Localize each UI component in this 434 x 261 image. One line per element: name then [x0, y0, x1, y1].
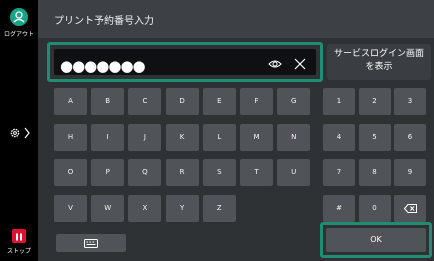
key-s[interactable]: S — [202, 159, 236, 186]
keyboard-icon — [84, 238, 98, 248]
key-z[interactable]: Z — [202, 195, 236, 222]
key-t[interactable]: T — [240, 159, 273, 186]
key-7[interactable]: 7 — [323, 159, 355, 186]
key-j[interactable]: J — [128, 124, 162, 151]
stop-label: ストップ — [6, 248, 31, 255]
key-h[interactable]: H — [54, 124, 87, 151]
key-1[interactable]: 1 — [323, 88, 355, 115]
logout-label: ログアウト — [3, 31, 34, 38]
key-n[interactable]: N — [277, 124, 311, 151]
key-q[interactable]: Q — [128, 159, 162, 186]
service-login-button[interactable]: サービスログイン画面 を表示 — [327, 44, 431, 80]
key-hash[interactable]: # — [323, 195, 355, 222]
backspace-button[interactable] — [394, 195, 426, 222]
key-u[interactable]: U — [277, 159, 311, 186]
key-9[interactable]: 9 — [394, 159, 426, 186]
service-login-line2: を表示 — [365, 62, 393, 72]
main-panel: プリント予約番号入力 ●●●●●●● サービスログイン画面 を表示 ABCDEF… — [38, 0, 434, 261]
header-bar: プリント予約番号入力 — [38, 0, 434, 38]
logout-button[interactable]: ログアウト — [0, 8, 38, 38]
key-c[interactable]: C — [128, 88, 162, 115]
eye-icon[interactable] — [268, 59, 282, 69]
pin-input[interactable]: ●●●●●●● — [54, 49, 316, 75]
key-p[interactable]: P — [91, 159, 125, 186]
key-d[interactable]: D — [165, 88, 199, 115]
pin-input-value: ●●●●●●● — [60, 57, 146, 75]
key-x[interactable]: X — [128, 195, 162, 222]
sidebar: ログアウト ストップ — [0, 0, 38, 261]
pin-input-frame: ●●●●●●● — [47, 42, 323, 82]
settings-button[interactable] — [4, 124, 34, 142]
key-k[interactable]: K — [165, 124, 199, 151]
user-logout-icon — [10, 8, 28, 26]
key-w[interactable]: W — [91, 195, 125, 222]
key-4[interactable]: 4 — [323, 124, 355, 151]
key-b[interactable]: B — [91, 88, 125, 115]
key-2[interactable]: 2 — [358, 88, 391, 115]
key-e[interactable]: E — [202, 88, 236, 115]
ok-button[interactable]: OK — [326, 228, 426, 252]
key-l[interactable]: L — [202, 124, 236, 151]
service-login-line1: サービスログイン画面 — [333, 49, 424, 59]
keyboard-button[interactable] — [56, 234, 126, 252]
key-5[interactable]: 5 — [358, 124, 391, 151]
key-m[interactable]: M — [240, 124, 273, 151]
page-title: プリント予約番号入力 — [54, 16, 154, 27]
key-r[interactable]: R — [165, 159, 199, 186]
gear-icon — [10, 128, 19, 138]
ok-button-frame: OK — [320, 222, 432, 258]
clear-icon[interactable] — [294, 58, 306, 70]
key-0[interactable]: 0 — [358, 195, 391, 222]
key-o[interactable]: O — [54, 159, 87, 186]
key-i[interactable]: I — [91, 124, 125, 151]
key-8[interactable]: 8 — [358, 159, 391, 186]
chevron-right-icon — [24, 127, 30, 139]
key-y[interactable]: Y — [165, 195, 199, 222]
key-a[interactable]: A — [54, 88, 87, 115]
backspace-icon — [403, 204, 417, 213]
stop-button[interactable]: ストップ — [0, 229, 38, 255]
key-3[interactable]: 3 — [394, 88, 426, 115]
key-v[interactable]: V — [54, 195, 87, 222]
key-g[interactable]: G — [277, 88, 311, 115]
key-6[interactable]: 6 — [394, 124, 426, 151]
stop-icon — [12, 229, 26, 243]
key-f[interactable]: F — [240, 88, 273, 115]
